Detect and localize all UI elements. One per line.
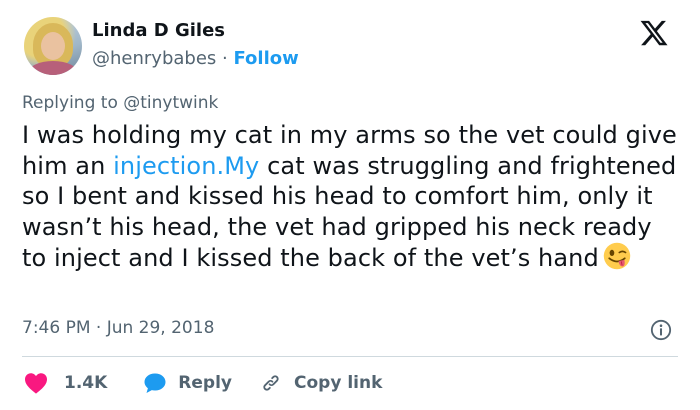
- heart-icon: [25, 373, 47, 394]
- link-icon: [263, 375, 279, 391]
- divider: [22, 356, 678, 357]
- replying-to-label: Replying to: [22, 93, 118, 113]
- author-handle[interactable]: @henrybabes: [92, 48, 216, 69]
- avatar[interactable]: [24, 17, 82, 75]
- reply-label: Reply: [178, 373, 232, 393]
- like-count: 1.4K: [64, 373, 108, 393]
- replying-to: Replying to @tinytwink: [22, 93, 218, 113]
- copy-link-button[interactable]: Copy link: [260, 372, 382, 394]
- author-name[interactable]: Linda D Giles: [92, 20, 225, 41]
- tweet-link[interactable]: injection.My: [113, 152, 259, 180]
- handle-separator: ·: [222, 48, 228, 69]
- winking-face-with-tongue-icon: [603, 242, 631, 270]
- copy-link-label: Copy link: [294, 373, 383, 393]
- timestamp[interactable]: 7:46 PM · Jun 29, 2018: [22, 318, 214, 338]
- x-logo-icon[interactable]: [637, 18, 671, 48]
- avatar-shirt: [28, 61, 78, 75]
- author-handle-row: @henrybabes · Follow: [92, 48, 299, 69]
- action-bar: 1.4K Reply Copy link: [22, 368, 382, 398]
- info-icon[interactable]: [650, 319, 672, 341]
- tweet-text: I was holding my cat in my arms so the v…: [22, 120, 682, 274]
- reply-button[interactable]: Reply: [143, 372, 232, 394]
- speech-bubble-icon: [144, 373, 166, 393]
- follow-button[interactable]: Follow: [233, 48, 298, 69]
- like-button[interactable]: 1.4K: [24, 372, 107, 394]
- replying-to-mention[interactable]: @tinytwink: [123, 93, 218, 113]
- avatar-face: [41, 32, 65, 60]
